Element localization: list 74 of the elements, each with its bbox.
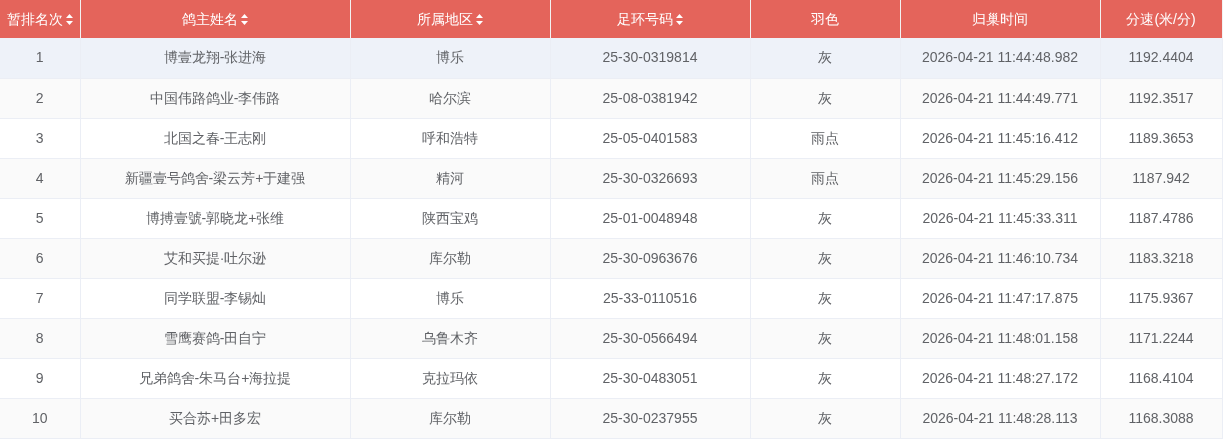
table-cell: 买合苏+田多宏	[80, 398, 350, 438]
table-cell: 25-30-0963676	[550, 238, 750, 278]
table-cell: 2026-04-21 11:45:16.412	[900, 118, 1100, 158]
table-cell: 1187.4786	[1100, 198, 1222, 238]
table-cell: 2026-04-21 11:48:01.158	[900, 318, 1100, 358]
table-cell: 10	[0, 398, 80, 438]
table-cell: 1187.942	[1100, 158, 1222, 198]
table-cell: 1183.3218	[1100, 238, 1222, 278]
table-cell: 2026-04-21 11:44:48.982	[900, 38, 1100, 78]
sort-icon[interactable]	[241, 13, 248, 25]
table-cell: 2026-04-21 11:46:10.734	[900, 238, 1100, 278]
table-cell: 博壹龙翔-张进海	[80, 38, 350, 78]
table-cell: 25-30-0237955	[550, 398, 750, 438]
table-cell: 克拉玛依	[350, 358, 550, 398]
table-cell: 1171.2244	[1100, 318, 1222, 358]
table-cell: 艾和买提·吐尔逊	[80, 238, 350, 278]
sort-icon[interactable]	[676, 13, 683, 25]
table-cell: 库尔勒	[350, 238, 550, 278]
table-cell: 灰	[750, 238, 900, 278]
table-cell: 8	[0, 318, 80, 358]
table-cell: 博乐	[350, 38, 550, 78]
table-cell: 25-30-0319814	[550, 38, 750, 78]
table-cell: 2026-04-21 11:45:29.156	[900, 158, 1100, 198]
table-cell: 灰	[750, 278, 900, 318]
table-cell: 灰	[750, 358, 900, 398]
table-cell: 库尔勒	[350, 398, 550, 438]
table-cell: 同学联盟-李锡灿	[80, 278, 350, 318]
table-cell: 9	[0, 358, 80, 398]
table-cell: 中国伟路鸽业-李伟路	[80, 78, 350, 118]
table-cell: 2026-04-21 11:44:49.771	[900, 78, 1100, 118]
table-cell: 2026-04-21 11:48:27.172	[900, 358, 1100, 398]
table-cell: 博乐	[350, 278, 550, 318]
table-cell: 25-30-0326693	[550, 158, 750, 198]
table-cell: 4	[0, 158, 80, 198]
table-cell: 哈尔滨	[350, 78, 550, 118]
table-cell: 2	[0, 78, 80, 118]
table-cell: 乌鲁木齐	[350, 318, 550, 358]
table-cell: 1168.4104	[1100, 358, 1222, 398]
table-cell: 25-08-0381942	[550, 78, 750, 118]
table-cell: 7	[0, 278, 80, 318]
table-cell: 25-01-0048948	[550, 198, 750, 238]
table-cell: 1192.4404	[1100, 38, 1222, 78]
table-cell: 灰	[750, 398, 900, 438]
table-cell: 6	[0, 238, 80, 278]
table-cell: 25-30-0566494	[550, 318, 750, 358]
table-cell: 2026-04-21 11:47:17.875	[900, 278, 1100, 318]
table-cell: 雨点	[750, 118, 900, 158]
table-cell: 灰	[750, 318, 900, 358]
table-cell: 1189.3653	[1100, 118, 1222, 158]
table-cell: 新疆壹号鸽舍-梁云芳+于建强	[80, 158, 350, 198]
table-cell: 25-05-0401583	[550, 118, 750, 158]
table-cell: 灰	[750, 38, 900, 78]
table-cell: 25-33-0110516	[550, 278, 750, 318]
table-cell: 灰	[750, 198, 900, 238]
sort-icon[interactable]	[65, 13, 73, 25]
table-cell: 博搏壹號-郭晓龙+张维	[80, 198, 350, 238]
table-cell: 5	[0, 198, 80, 238]
table-cell: 1192.3517	[1100, 78, 1222, 118]
table-cell: 兄弟鸽舍-朱马台+海拉提	[80, 358, 350, 398]
table-cell: 25-30-0483051	[550, 358, 750, 398]
sort-icon[interactable]	[476, 13, 483, 25]
table-cell: 雪鹰赛鸽-田自宁	[80, 318, 350, 358]
table-cell: 2026-04-21 11:48:28.113	[900, 398, 1100, 438]
table-cell: 2026-04-21 11:45:33.311	[900, 198, 1100, 238]
table-cell: 陕西宝鸡	[350, 198, 550, 238]
table-cell: 灰	[750, 78, 900, 118]
table-cell: 1168.3088	[1100, 398, 1222, 438]
table-cell: 北国之春-王志刚	[80, 118, 350, 158]
table-cell: 呼和浩特	[350, 118, 550, 158]
table-cell: 1	[0, 38, 80, 78]
table-cell: 雨点	[750, 158, 900, 198]
table-cell: 1175.9367	[1100, 278, 1222, 318]
table-cell: 3	[0, 118, 80, 158]
table-cell: 精河	[350, 158, 550, 198]
